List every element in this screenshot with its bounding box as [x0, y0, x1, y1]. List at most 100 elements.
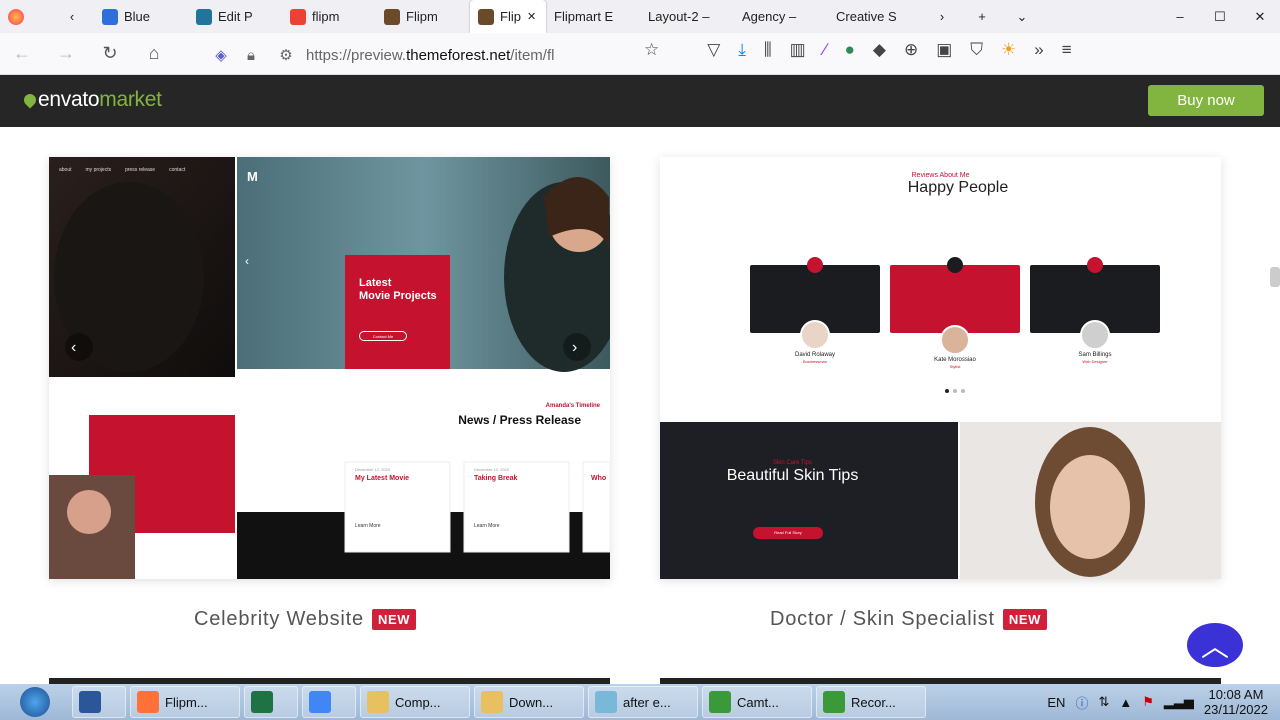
- taskbar-item[interactable]: [244, 686, 298, 718]
- browser-tab[interactable]: Creative S: [828, 0, 922, 33]
- back-icon[interactable]: ←: [7, 39, 37, 69]
- news-link: Learn More: [355, 523, 381, 529]
- home-icon[interactable]: ⌂: [139, 39, 169, 69]
- globe-extension-icon[interactable]: ●: [845, 40, 855, 60]
- downloads-icon[interactable]: ⤓: [738, 40, 746, 60]
- app-icon: [251, 691, 273, 713]
- slider-prev-icon[interactable]: ‹: [71, 339, 76, 357]
- celebrity-nav-item: my projects: [85, 167, 112, 173]
- taskbar-item[interactable]: Camt...: [702, 686, 812, 718]
- browser-tab[interactable]: Edit P: [188, 0, 282, 33]
- slider-next-icon[interactable]: ›: [572, 339, 577, 357]
- sidebar-icon[interactable]: ▥: [790, 40, 806, 60]
- browser-tab[interactable]: Flipmart E: [546, 0, 640, 33]
- page-scrollbar[interactable]: [1270, 267, 1280, 287]
- taskbar-item-label: Down...: [509, 694, 554, 710]
- browser-tab[interactable]: Agency –: [734, 0, 828, 33]
- taskbar-item[interactable]: Comp...: [360, 686, 470, 718]
- network-share-icon[interactable]: ⇅: [1098, 694, 1109, 710]
- address-bar[interactable]: ◈ 🔒︎ ⚙︎ https://preview.themeforest.net/…: [206, 39, 682, 71]
- envato-leaf-icon: [21, 91, 39, 109]
- notification-extension-icon[interactable]: ☀: [1001, 40, 1016, 60]
- browser-tab[interactable]: Blue: [94, 0, 188, 33]
- reload-icon[interactable]: ↻: [95, 39, 125, 69]
- scroll-to-top-button[interactable]: ︿: [1187, 623, 1243, 667]
- minimize-icon[interactable]: –: [1160, 0, 1200, 33]
- celebrity-nav: about my projects press release contact: [59, 167, 185, 173]
- tab-scroll-right-icon[interactable]: ›: [922, 0, 962, 33]
- demo-gallery: about my projects press release contact …: [0, 127, 1280, 684]
- signal-icon[interactable]: ▂▃▅: [1164, 694, 1194, 710]
- taskbar-item[interactable]: Recor...: [816, 686, 926, 718]
- list-tabs-icon[interactable]: ⌄: [1002, 0, 1042, 33]
- new-badge: NEW: [371, 609, 417, 630]
- forward-icon[interactable]: →: [51, 39, 81, 69]
- flipmart-icon: [478, 8, 494, 25]
- action-center-icon[interactable]: ⚑: [1142, 694, 1154, 710]
- envato-market-logo[interactable]: envatomarket: [21, 88, 162, 112]
- leaf-extension-icon[interactable]: ◆: [873, 40, 886, 60]
- help-icon[interactable]: ⓘ: [1075, 693, 1088, 712]
- library-icon[interactable]: ⫼: [764, 40, 772, 60]
- taskbar-item[interactable]: after e...: [588, 686, 698, 718]
- browser-tab[interactable]: Layout-2 –: [640, 0, 734, 33]
- overflow-menu-icon[interactable]: »: [1034, 40, 1043, 60]
- hamburger-menu-icon[interactable]: ≡: [1062, 40, 1072, 60]
- firefox-menu-icon[interactable]: [0, 0, 50, 33]
- doctor-caption[interactable]: Doctor / Skin Specialist NEW: [770, 608, 1047, 631]
- news-title: Taking Break: [474, 475, 518, 482]
- doctor-caption-text: Doctor / Skin Specialist: [770, 608, 995, 630]
- permissions-icon[interactable]: ⚙︎: [266, 46, 306, 64]
- close-tab-icon[interactable]: ✕: [527, 10, 536, 23]
- app-icon: [595, 691, 617, 713]
- screenshot-icon[interactable]: ▣: [936, 40, 952, 60]
- taskbar-item[interactable]: Flipm...: [130, 686, 240, 718]
- shield-icon[interactable]: ◈: [206, 46, 236, 64]
- pen-extension-icon[interactable]: ∕: [824, 40, 827, 60]
- taskbar-item[interactable]: Down...: [474, 686, 584, 718]
- url-text: https://preview.themeforest.net/item/fl: [306, 46, 555, 64]
- reviews-kicker: Reviews About Me: [911, 172, 970, 179]
- close-window-icon[interactable]: ✕: [1240, 0, 1280, 33]
- app-icon: [709, 691, 731, 713]
- lock-icon[interactable]: 🔒︎: [236, 47, 266, 64]
- pocket-icon[interactable]: ▽: [707, 40, 720, 60]
- app-icon: [137, 691, 159, 713]
- google-icon: [290, 8, 306, 25]
- start-button[interactable]: [0, 684, 70, 720]
- maximize-icon[interactable]: ☐: [1200, 0, 1240, 33]
- taskbar-word[interactable]: [72, 686, 126, 718]
- celebrity-demo-card[interactable]: about my projects press release contact …: [49, 157, 610, 579]
- browser-tab-label: Flipm: [406, 9, 438, 24]
- celebrity-caption[interactable]: Celebrity Website NEW: [194, 608, 417, 631]
- doctor-demo-card[interactable]: Reviews About Me Happy People David Rola…: [660, 157, 1221, 579]
- bookmark-star-icon[interactable]: ☆: [644, 40, 659, 60]
- language-indicator[interactable]: EN: [1047, 695, 1065, 710]
- skin-title: Beautiful Skin Tips: [726, 467, 859, 484]
- taskbar-item-label: Comp...: [395, 694, 441, 710]
- browser-tab-label: Layout-2 –: [648, 9, 710, 24]
- reviewer-name: Kate Morossiao: [934, 357, 976, 363]
- news-title: My Latest Movie: [355, 475, 410, 482]
- browser-tab[interactable]: flipm: [282, 0, 376, 33]
- buy-now-button[interactable]: Buy now: [1148, 85, 1264, 116]
- celebrity-caption-text: Celebrity Website: [194, 608, 364, 630]
- app-icon: [309, 691, 331, 713]
- browser-tab-label: Flipmart E: [554, 9, 614, 24]
- taskbar-item[interactable]: [302, 686, 356, 718]
- tab-scroll-left-icon[interactable]: ‹: [50, 0, 94, 33]
- new-badge: NEW: [1002, 609, 1047, 630]
- news-date: December 12, 2020: [474, 467, 510, 472]
- envato-header: [0, 75, 1280, 127]
- reviewer-role: Web Designer: [1082, 359, 1108, 364]
- browser-tab[interactable]: Flipm: [376, 0, 470, 33]
- browser-tab-label: Agency –: [742, 9, 797, 24]
- new-tab-icon[interactable]: +: [962, 0, 1002, 33]
- world-icon[interactable]: ⊕: [904, 40, 918, 60]
- browser-tab[interactable]: Flip ✕: [470, 0, 546, 33]
- show-hidden-icons-icon[interactable]: ▲: [1119, 695, 1132, 710]
- ublock-icon[interactable]: ⛉: [970, 40, 983, 60]
- reviews-title: Happy People: [907, 179, 1009, 196]
- timeline-kicker: Amanda's Timeline: [545, 403, 600, 409]
- clock[interactable]: 10:08 AM 23/11/2022: [1204, 687, 1268, 717]
